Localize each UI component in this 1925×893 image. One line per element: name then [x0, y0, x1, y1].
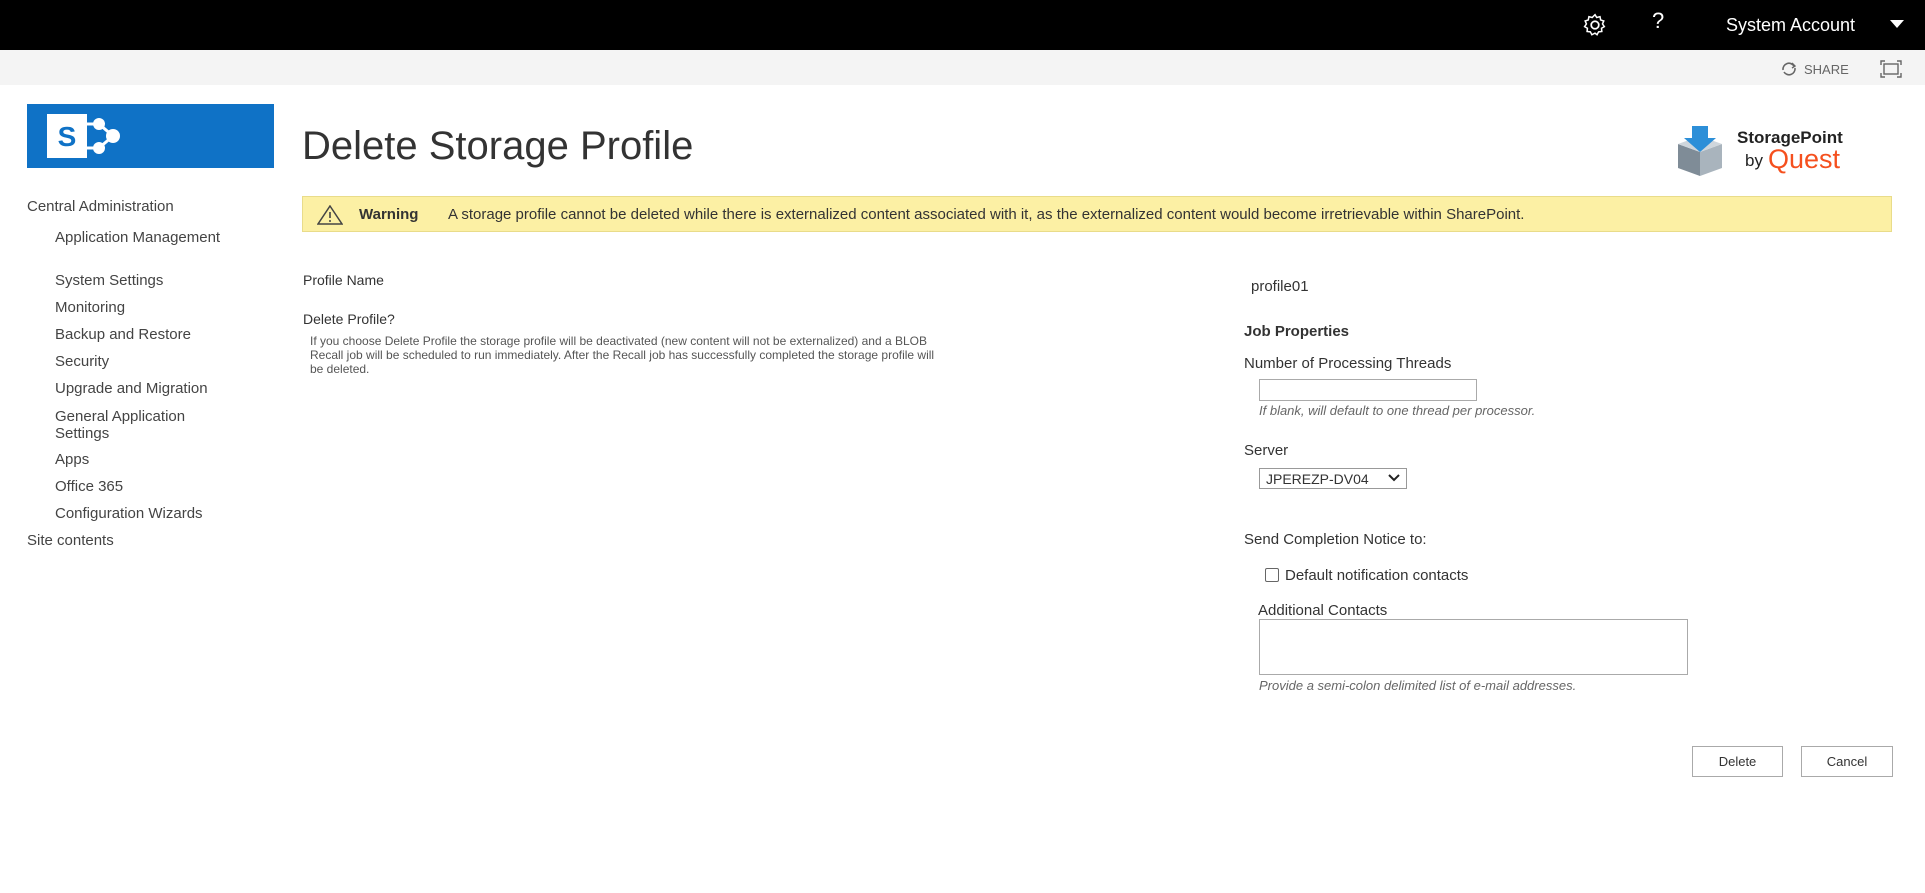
job-properties-heading: Job Properties	[1244, 323, 1350, 340]
nav-general-application-settings[interactable]: General Application Settings	[55, 408, 225, 442]
server-select-value: JPEREZP-DV04	[1266, 471, 1369, 487]
svg-text:S: S	[58, 121, 77, 152]
default-contacts-checkbox[interactable]	[1265, 568, 1279, 582]
profile-name-value: profile01	[1251, 278, 1309, 295]
nav-site-contents[interactable]: Site contents	[27, 532, 114, 549]
nav-backup-and-restore[interactable]: Backup and Restore	[55, 326, 245, 343]
account-name[interactable]: System Account	[1726, 15, 1855, 36]
additional-contacts-input[interactable]	[1259, 619, 1688, 675]
nav-application-management[interactable]: Application Management	[55, 229, 245, 246]
nav-apps[interactable]: Apps	[55, 451, 245, 468]
ribbon-bar: SHARE	[0, 50, 1925, 85]
chevron-down-icon[interactable]	[1890, 20, 1904, 28]
page-title: Delete Storage Profile	[302, 124, 694, 168]
threads-input[interactable]	[1259, 379, 1477, 401]
nav-monitoring[interactable]: Monitoring	[55, 299, 245, 316]
storage-box-icon	[1678, 126, 1722, 176]
warning-icon	[317, 205, 343, 225]
share-icon	[1782, 62, 1797, 76]
delete-button[interactable]: Delete	[1692, 746, 1783, 777]
profile-name-label: Profile Name	[303, 272, 384, 288]
suite-bar: ? System Account	[0, 0, 1925, 50]
warning-banner: Warning A storage profile cannot be dele…	[302, 196, 1892, 232]
storagepoint-logo: StoragePoint by Quest	[1672, 122, 1872, 178]
nav-system-settings[interactable]: System Settings	[55, 272, 245, 289]
threads-label: Number of Processing Threads	[1244, 355, 1452, 372]
completion-notice-label: Send Completion Notice to:	[1244, 531, 1427, 548]
nav-upgrade-and-migration[interactable]: Upgrade and Migration	[55, 380, 245, 397]
nav-office-365[interactable]: Office 365	[55, 478, 245, 495]
share-button[interactable]: SHARE	[1780, 61, 1849, 77]
sharepoint-logo[interactable]: S	[27, 104, 274, 168]
nav-configuration-wizards[interactable]: Configuration Wizards	[55, 505, 245, 522]
focus-on-content-icon[interactable]	[1880, 60, 1902, 78]
gear-icon[interactable]	[1582, 12, 1608, 38]
quest-name: Quest	[1768, 144, 1841, 174]
additional-contacts-label: Additional Contacts	[1258, 602, 1388, 619]
cancel-button[interactable]: Cancel	[1801, 746, 1893, 777]
sharepoint-icon: S	[47, 114, 120, 158]
warning-text: A storage profile cannot be deleted whil…	[448, 206, 1525, 223]
threads-hint: If blank, will default to one thread per…	[1259, 403, 1536, 418]
delete-profile-description: If you choose Delete Profile the storage…	[310, 334, 935, 376]
server-select[interactable]: JPEREZP-DV04	[1259, 468, 1407, 489]
share-label: SHARE	[1804, 61, 1849, 77]
nav-security[interactable]: Security	[55, 353, 245, 370]
delete-profile-label: Delete Profile?	[303, 311, 395, 327]
default-contacts-label[interactable]: Default notification contacts	[1285, 567, 1468, 584]
by-label: by	[1745, 151, 1763, 170]
chevron-down-icon	[1388, 474, 1400, 482]
server-label: Server	[1244, 442, 1289, 459]
help-icon[interactable]: ?	[1652, 8, 1664, 34]
additional-contacts-hint: Provide a semi-colon delimited list of e…	[1259, 678, 1577, 693]
nav-central-administration[interactable]: Central Administration	[27, 198, 174, 215]
warning-label: Warning	[359, 206, 419, 223]
